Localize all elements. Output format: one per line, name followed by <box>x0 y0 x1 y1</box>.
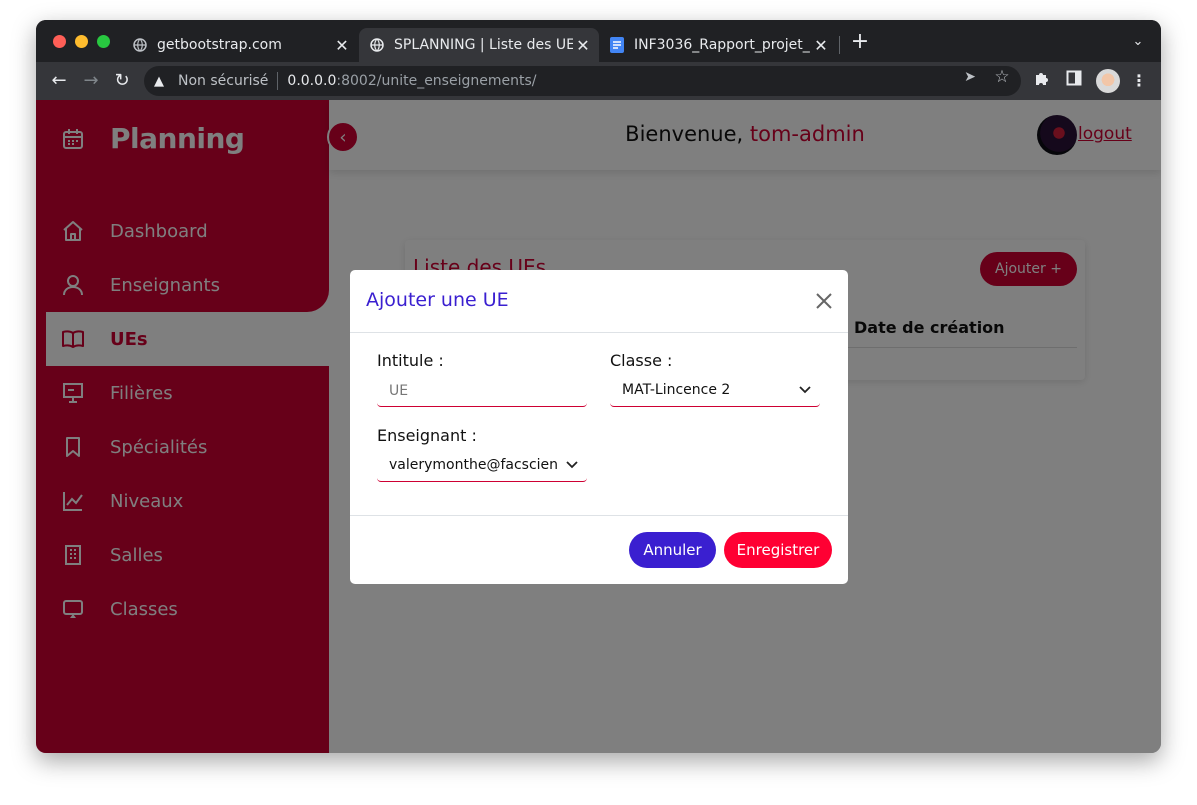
intitule-label: Intitule : <box>377 351 444 370</box>
close-window-button[interactable] <box>53 35 66 48</box>
reload-icon[interactable]: ↻ <box>111 70 133 92</box>
chevron-down-icon <box>557 460 587 469</box>
enseignant-selected-value: valerymonthe@facsciences.cm <box>389 456 557 473</box>
tab-strip: getbootstrap.com ✕ SPLANNING | Liste des… <box>36 20 1161 62</box>
close-tab-icon[interactable]: ✕ <box>811 36 831 55</box>
close-tab-icon[interactable]: ✕ <box>332 36 352 55</box>
modal-header: Ajouter une UE <box>350 270 848 333</box>
puzzle-icon[interactable] <box>1031 70 1053 92</box>
globe-icon <box>369 37 385 53</box>
close-tab-icon[interactable]: ✕ <box>573 36 593 55</box>
tab-title: getbootstrap.com <box>157 37 282 53</box>
close-icon[interactable] <box>813 290 835 312</box>
profile-avatar[interactable] <box>1096 69 1120 93</box>
url-host: 0.0.0.0 <box>287 73 337 89</box>
save-button[interactable]: Enregistrer <box>724 532 832 568</box>
classe-selected-value: MAT-Lincence 2 <box>622 381 731 398</box>
classe-label: Classe : <box>610 351 673 370</box>
tab-separator <box>839 36 840 54</box>
page: Planning Dashboard Enseignants <box>36 100 1161 753</box>
browser-tab[interactable]: getbootstrap.com ✕ <box>122 28 358 62</box>
add-ue-modal: Ajouter une UE Intitule : Classe : MAT-L… <box>350 270 848 584</box>
tab-title: INF3036_Rapport_projet_ <box>634 37 810 53</box>
side-panel-icon[interactable] <box>1063 70 1085 92</box>
browser-tab[interactable]: INF3036_Rapport_projet_ ✕ <box>599 28 837 62</box>
browser-toolbar: ← → ↻ ▲ Non sécurisé 0.0.0.0:8002/unite_… <box>36 62 1161 100</box>
tab-title: SPLANNING | Liste des UEs <box>394 37 573 53</box>
maximize-window-button[interactable] <box>97 35 110 48</box>
divider <box>277 72 279 90</box>
warning-icon: ▲ <box>154 73 164 89</box>
docs-icon <box>609 37 625 53</box>
url-path: :8002/unite_enseignements/ <box>336 73 537 89</box>
modal-footer: Annuler Enregistrer <box>350 515 848 584</box>
intitule-input[interactable] <box>377 375 587 407</box>
back-icon[interactable]: ← <box>48 70 70 92</box>
enseignant-label: Enseignant : <box>377 426 477 445</box>
chevron-down-icon <box>790 385 820 394</box>
enseignant-select[interactable]: valerymonthe@facsciences.cm <box>377 448 587 482</box>
new-tab-icon[interactable]: + <box>850 31 870 53</box>
menu-kebab-icon[interactable]: ⋮ <box>1131 70 1147 92</box>
star-icon[interactable]: ☆ <box>991 66 1013 88</box>
forward-icon[interactable]: → <box>80 70 102 92</box>
classe-select[interactable]: MAT-Lincence 2 <box>610 373 820 407</box>
minimize-window-button[interactable] <box>75 35 88 48</box>
address-bar[interactable]: ▲ Non sécurisé 0.0.0.0:8002/unite_enseig… <box>144 66 1021 96</box>
send-icon[interactable]: ➤ <box>959 66 981 88</box>
browser-window: getbootstrap.com ✕ SPLANNING | Liste des… <box>36 20 1161 753</box>
cancel-button[interactable]: Annuler <box>629 532 716 568</box>
globe-icon <box>132 37 148 53</box>
security-label: Non sécurisé <box>178 73 269 89</box>
modal-title: Ajouter une UE <box>366 289 509 311</box>
browser-tab-active[interactable]: SPLANNING | Liste des UEs ✕ <box>359 28 599 62</box>
tab-search-icon[interactable]: ⌄ <box>1128 32 1148 52</box>
